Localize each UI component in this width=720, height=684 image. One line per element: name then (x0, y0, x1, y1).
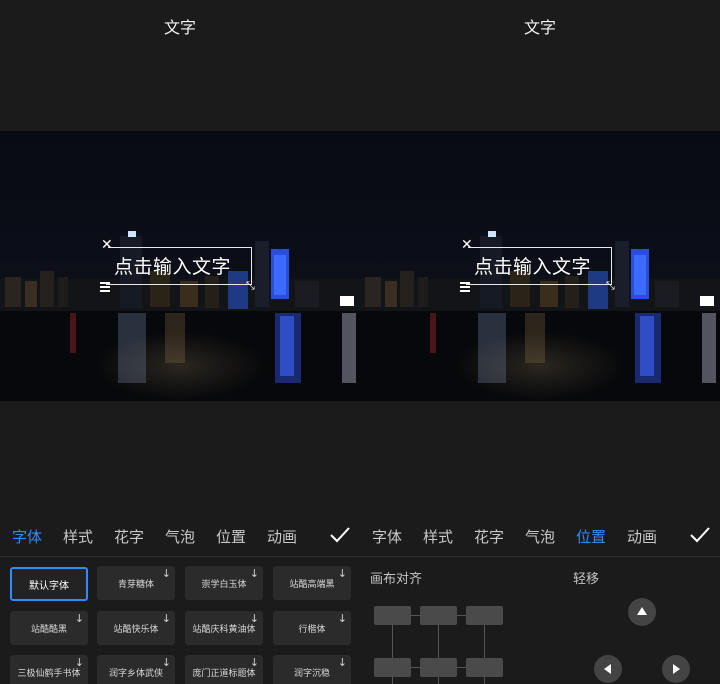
tab-bubble[interactable]: 气泡 (165, 526, 195, 547)
resize-icon[interactable]: ⤡ (246, 279, 255, 293)
tab-animation[interactable]: 动画 (267, 526, 297, 547)
font-option[interactable]: 站酷酷黑 ↓ (10, 611, 88, 645)
tab-fancy-text[interactable]: 花字 (474, 526, 504, 547)
check-icon[interactable] (325, 522, 355, 548)
tab-bar: 字体 样式 花字 气泡 位置 动画 (360, 520, 720, 552)
download-icon: ↓ (74, 612, 84, 625)
download-icon: ↓ (337, 612, 347, 625)
font-option[interactable]: 润字沉稳 ↓ (273, 655, 351, 684)
font-label: 崇学白玉体 (201, 579, 247, 590)
font-label: 默认字体 (29, 580, 69, 592)
download-icon: ↓ (161, 567, 171, 580)
font-label: 站酷酷黑 (30, 624, 67, 635)
nudge-left-button[interactable] (594, 655, 622, 683)
font-option[interactable]: 三极仙鹤手书体 ↓ (10, 655, 88, 684)
download-icon: ↓ (337, 656, 347, 669)
download-icon: ↓ (74, 656, 84, 669)
menu-icon[interactable] (100, 282, 110, 294)
font-option[interactable]: 崇学白玉体 ↓ (185, 566, 263, 600)
divider (360, 556, 720, 557)
close-icon[interactable]: ✕ (461, 238, 473, 252)
arrow-left-icon (604, 664, 611, 674)
arrow-up-icon (637, 607, 647, 615)
page-title: 文字 (523, 18, 556, 37)
close-icon[interactable]: ✕ (101, 238, 113, 252)
city-glow (95, 331, 265, 401)
tab-position[interactable]: 位置 (216, 526, 246, 547)
font-option[interactable]: 行楷体 ↓ (273, 611, 351, 645)
font-label: 三极仙鹤手书体 (17, 668, 81, 679)
page-title: 文字 (163, 18, 196, 37)
align-middle-right-button[interactable] (466, 658, 503, 677)
font-option[interactable]: 润字乡体武侠 ↓ (97, 655, 175, 684)
arrow-right-icon (673, 664, 680, 674)
canvas-align-label: 画布对齐 (370, 572, 423, 587)
font-label: 站酷快乐体 (113, 624, 159, 635)
position-panel-screen: 文字 ✕ 点击输入文字 ⤡ 字体 样式 花字 气泡 位置 动画 画布对齐 轻移 (360, 0, 720, 684)
nudge-up-button[interactable] (628, 598, 656, 626)
download-icon: ↓ (161, 656, 171, 669)
tab-font[interactable]: 字体 (12, 526, 42, 547)
font-label: 站酷庆科黄油体 (192, 624, 256, 635)
font-option[interactable]: 站酷庆科黄油体 ↓ (185, 611, 263, 645)
text-box-underline (106, 284, 252, 285)
download-icon: ↓ (249, 656, 259, 669)
font-label: 青芽糖体 (117, 579, 154, 590)
align-top-center-button[interactable] (420, 606, 457, 625)
align-middle-center-button[interactable] (420, 658, 457, 677)
align-top-left-button[interactable] (374, 606, 411, 625)
nudge-label: 轻移 (573, 572, 600, 587)
tab-bar: 字体 样式 花字 气泡 位置 动画 (0, 520, 360, 552)
tab-style[interactable]: 样式 (63, 526, 93, 547)
font-option[interactable]: 站酷高端黑 ↓ (273, 566, 351, 600)
font-label: 庞门正道标题体 (192, 668, 256, 679)
align-top-right-button[interactable] (466, 606, 503, 625)
font-option[interactable]: 庞门正道标题体 ↓ (185, 655, 263, 684)
download-icon: ↓ (337, 567, 347, 580)
align-middle-left-button[interactable] (374, 658, 411, 677)
nudge-right-button[interactable] (662, 655, 690, 683)
font-label: 润字沉稳 (293, 668, 330, 679)
text-placeholder[interactable]: 点击输入文字 (114, 252, 231, 279)
font-option[interactable]: 青芽糖体 ↓ (97, 566, 175, 600)
tab-bubble[interactable]: 气泡 (525, 526, 555, 547)
font-panel-screen: 文字 ✕ 点击输入文字 ⤡ 字体 样式 花字 气泡 位置 动画 默认字体 青芽糖… (0, 0, 360, 684)
font-option[interactable]: 站酷快乐体 ↓ (97, 611, 175, 645)
resize-icon[interactable]: ⤡ (606, 279, 615, 293)
tab-font[interactable]: 字体 (372, 526, 402, 547)
download-icon: ↓ (161, 612, 171, 625)
text-box-underline (466, 284, 612, 285)
menu-icon[interactable] (460, 282, 470, 294)
divider (0, 556, 360, 557)
tab-fancy-text[interactable]: 花字 (114, 526, 144, 547)
tab-position[interactable]: 位置 (576, 526, 606, 547)
city-glow (455, 331, 625, 401)
check-icon[interactable] (685, 522, 715, 548)
tab-style[interactable]: 样式 (423, 526, 453, 547)
download-icon: ↓ (249, 567, 259, 580)
font-label: 站酷高端黑 (289, 579, 335, 590)
text-placeholder[interactable]: 点击输入文字 (474, 252, 591, 279)
download-icon: ↓ (249, 612, 259, 625)
font-label: 润字乡体武侠 (108, 668, 163, 679)
font-label: 行楷体 (298, 624, 326, 635)
font-option[interactable]: 默认字体 (10, 567, 88, 601)
tab-animation[interactable]: 动画 (627, 526, 657, 547)
